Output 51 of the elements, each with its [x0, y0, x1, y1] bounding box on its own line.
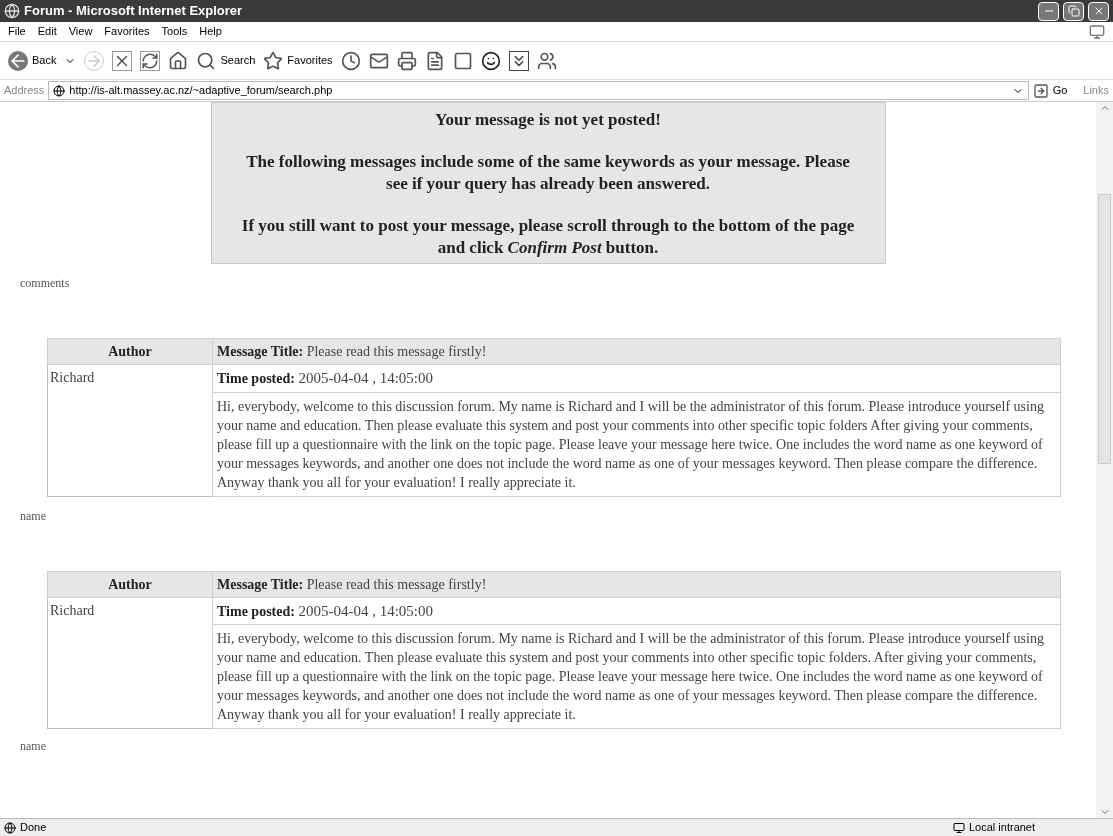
- menu-item[interactable]: File: [8, 23, 26, 40]
- intranet-icon: [953, 821, 965, 834]
- page-icon: [4, 821, 16, 834]
- search-icon: [196, 50, 217, 71]
- menu-item[interactable]: Edit: [37, 23, 57, 40]
- menu-item[interactable]: Help: [199, 23, 222, 40]
- print-icon[interactable]: [396, 50, 417, 71]
- history-icon[interactable]: [340, 50, 361, 71]
- message-title: Message Title: Please read this message firstly!: [212, 571, 1061, 597]
- column-header: Author: [47, 571, 213, 597]
- browser-icon: [4, 3, 20, 19]
- author-cell: Richard: [47, 597, 213, 729]
- time-posted: Time posted: 2005-04-04 , 14:05:00: [212, 364, 1061, 392]
- restore-button[interactable]: [1063, 1, 1084, 21]
- keyword-label: comments: [19, 275, 71, 292]
- author-cell: Richard: [47, 364, 213, 496]
- message-body: Hi, everybody, welcome to this discussion forum. My name is Richard and I will be the administrator of this forum. Please introduce yourself using your name and education. Then please evaluate this system and post your comments into other specific topic folders After giving your comments, please fill up a questionnaire with the link on the topic page. Please leave your message here twice. One includes the word name as one keyword of your messages keywords, and another one does not include the word name as one of your messages keyword. Then please compare the difference. Anyway thank you all for your evaluation! I really appreciate it.: [212, 392, 1061, 496]
- scrollbar[interactable]: [1096, 102, 1113, 818]
- stop-icon[interactable]: [112, 50, 133, 71]
- window-title: Forum - Microsoft Internet Explorer: [24, 2, 243, 21]
- address-field[interactable]: http://is-alt.massey.ac.nz/~adaptive_forum/search.php: [48, 81, 1029, 100]
- note-icon[interactable]: [452, 50, 473, 71]
- download-icon[interactable]: [508, 50, 529, 71]
- search-button[interactable]: Search: [196, 50, 256, 71]
- minimize-button[interactable]: [1038, 1, 1059, 21]
- back-button[interactable]: Back: [8, 50, 57, 71]
- keyword-label: name: [19, 738, 47, 755]
- page-icon: [53, 84, 66, 97]
- zone-text: Local intranet: [969, 820, 1037, 836]
- links-button[interactable]: Links: [1083, 82, 1109, 99]
- notice-heading: Your message is not yet posted!: [434, 109, 662, 131]
- menu-item[interactable]: View: [68, 23, 93, 40]
- favorites-button[interactable]: Favorites: [263, 50, 333, 71]
- star-icon: [263, 50, 284, 71]
- message-body: Hi, everybody, welcome to this discussion forum. My name is Richard and I will be the administrator of this forum. Please introduce yourself using your name and education. Then please evaluate this system and post your comments into other specific topic folders. After giving your comments, please fill up a questionnaire with the link on the topic page. Please leave your message here twice. One includes the word name as one keyword of your messages keywords, and another one does not include the word name as one of your messages keyword. Then please compare the difference. Anyway thank you all for your evaluation! I really appreciate it.: [212, 624, 1061, 729]
- messenger-icon[interactable]: [536, 50, 557, 71]
- status-text: Done: [20, 820, 47, 836]
- notice-text: If you still want to post your message, please scroll through to the bottom of the page and click Confirm Post button.: [240, 215, 856, 259]
- message-title: Message Title: Please read this message firstly!: [212, 338, 1061, 365]
- restore-icon: [1067, 5, 1080, 17]
- close-button[interactable]: [1088, 1, 1109, 21]
- menu-item[interactable]: Tools: [161, 23, 188, 40]
- notice-text: The following messages include some of the same keywords as your message. Please see if your query has already been answered.: [245, 151, 851, 195]
- address-label: Address: [4, 83, 45, 99]
- column-header: Author: [47, 338, 213, 365]
- time-posted: Time posted: 2005-04-04 , 14:05:00: [212, 597, 1061, 625]
- refresh-icon[interactable]: [140, 50, 161, 71]
- keyword-label: name: [19, 507, 47, 525]
- menu-item[interactable]: Favorites: [104, 23, 150, 40]
- go-button[interactable]: Go: [1032, 82, 1068, 99]
- home-icon[interactable]: [168, 50, 189, 71]
